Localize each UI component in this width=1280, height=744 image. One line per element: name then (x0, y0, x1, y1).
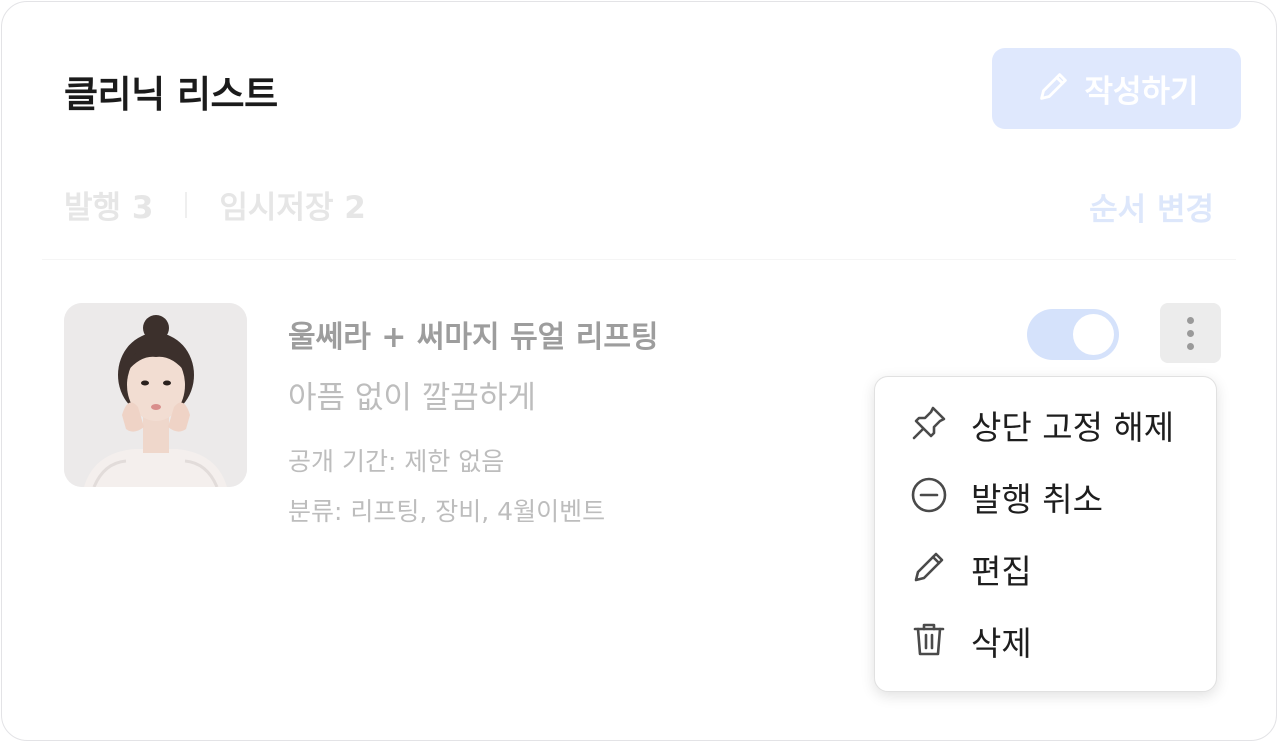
tab-published[interactable]: 발행 3 (64, 182, 153, 227)
tab-drafts[interactable]: 임시저장 2 (219, 182, 365, 227)
item-period: 공개 기간: 제한 없음 (288, 447, 505, 476)
pin-icon (909, 403, 949, 447)
pencil-icon (909, 547, 949, 591)
trash-icon (909, 619, 949, 663)
write-button-label: 작성하기 (1084, 74, 1199, 110)
context-menu: 상단 고정 해제 발행 취소 편집 삭제 (874, 376, 1217, 692)
item-subtitle: 아픔 없이 깔끔하게 (288, 380, 536, 416)
minus-circle-icon (909, 475, 949, 519)
more-dot (1187, 316, 1194, 324)
item-category: 분류: 리프팅, 장비, 4월이벤트 (288, 497, 606, 526)
menu-item-label: 삭제 (971, 624, 1032, 663)
item-title[interactable]: 울쎄라 + 써마지 듀얼 리프팅 (288, 312, 659, 356)
menu-item-edit[interactable]: 편집 (909, 547, 1032, 591)
pencil-icon (1034, 68, 1072, 110)
section-divider (42, 259, 1236, 260)
more-options-button[interactable] (1160, 303, 1221, 363)
more-dot (1187, 342, 1194, 350)
menu-item-unpin[interactable]: 상단 고정 해제 (909, 403, 1174, 447)
more-dot (1187, 329, 1194, 337)
status-tabs: 발행 3 임시저장 2 (64, 182, 366, 227)
publish-toggle[interactable] (1027, 309, 1119, 360)
menu-item-label: 편집 (971, 552, 1032, 591)
menu-item-label: 상단 고정 해제 (971, 408, 1175, 447)
reorder-button[interactable]: 순서 변경 (1089, 184, 1214, 229)
page-title: 클리닉 리스트 (64, 73, 278, 116)
menu-item-unpublish[interactable]: 발행 취소 (909, 475, 1103, 519)
tab-divider (185, 191, 188, 218)
portrait-image (64, 303, 247, 487)
write-button[interactable]: 작성하기 (992, 48, 1241, 129)
menu-item-label: 발행 취소 (971, 480, 1103, 519)
toggle-knob (1073, 314, 1114, 355)
menu-item-delete[interactable]: 삭제 (909, 619, 1032, 663)
clinic-thumbnail[interactable] (64, 303, 247, 487)
